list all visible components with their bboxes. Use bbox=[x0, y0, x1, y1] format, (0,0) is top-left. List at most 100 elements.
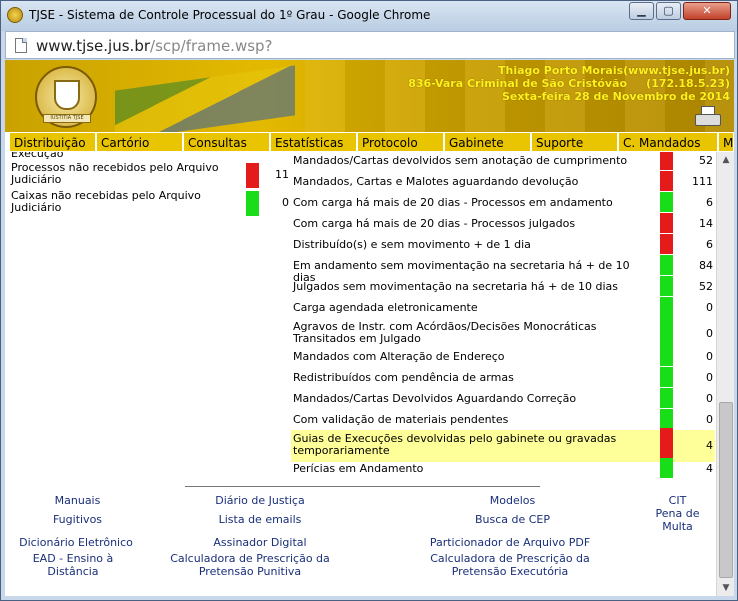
menu-consultas[interactable]: Consultas bbox=[183, 132, 270, 152]
indicator-count: 11 bbox=[275, 168, 289, 181]
indicator-row[interactable]: Com carga há mais de 20 dias - Processos… bbox=[291, 192, 715, 212]
indicator-row[interactable]: Com validação de materiais pendentes 0 bbox=[291, 409, 715, 429]
status-indicator-red bbox=[246, 163, 259, 188]
status-indicator-red bbox=[660, 213, 673, 233]
status-indicator-red bbox=[660, 234, 673, 254]
link-calc-prescricao-punitiva[interactable]: Calculadora de Prescrição da Pretensão P… bbox=[150, 552, 350, 578]
menu-suporte[interactable]: Suporte bbox=[531, 132, 618, 152]
status-indicator-red bbox=[660, 152, 673, 170]
indicator-count: 14 bbox=[699, 217, 713, 230]
link-dicionario-eletronico[interactable]: Dicionário Eletrônico bbox=[11, 536, 141, 549]
list-item: Caixas não recebidas pelo Arquivo Judici… bbox=[11, 190, 291, 216]
indicator-label[interactable]: Com carga há mais de 20 dias - Processos… bbox=[293, 197, 653, 209]
link-fugitivos[interactable]: Fugitivos bbox=[35, 513, 120, 526]
status-indicator-green bbox=[660, 192, 673, 212]
printer-icon[interactable] bbox=[695, 106, 721, 130]
indicator-count: 0 bbox=[706, 350, 713, 363]
link-ead[interactable]: EAD - Ensino à Distância bbox=[23, 552, 123, 578]
indicator-row[interactable]: Guias de Execuções devolvidas pelo gabin… bbox=[291, 428, 715, 462]
indicator-count: 6 bbox=[706, 238, 713, 251]
link-lista-de-emails[interactable]: Lista de emails bbox=[195, 513, 325, 526]
url-path: /scp/frame.wsp? bbox=[150, 37, 273, 55]
indicator-count: 4 bbox=[706, 462, 713, 475]
page-icon bbox=[15, 38, 27, 53]
status-indicator-green bbox=[660, 458, 673, 478]
status-indicator-red bbox=[660, 428, 673, 462]
indicator-row[interactable]: Redistribuídos com pendência de armas 0 bbox=[291, 367, 715, 387]
footer-divider bbox=[185, 486, 540, 487]
indicator-count: 6 bbox=[706, 196, 713, 209]
indicator-row[interactable]: Mandados/Cartas devolvidos sem anotação … bbox=[291, 152, 715, 170]
indicator-label[interactable]: Carga agendada eletronicamente bbox=[293, 302, 653, 314]
indicator-label[interactable]: Mandados com Alteração de Endereço bbox=[293, 351, 653, 363]
minimize-button[interactable]: ▁ bbox=[629, 2, 654, 20]
date-line: Sexta-feira 28 de Novembro de 2014 bbox=[501, 90, 730, 103]
link-modelos[interactable]: Modelos bbox=[475, 494, 550, 507]
menu-estatisticas[interactable]: Estatísticas bbox=[270, 132, 357, 152]
main-menu: Distribuição Cartório Consultas Estatíst… bbox=[5, 132, 734, 152]
link-cit[interactable]: CIT bbox=[650, 494, 705, 507]
indicator-label[interactable]: Processos não recebidos pelo Arquivo Jud… bbox=[11, 162, 241, 186]
indicator-label[interactable]: Perícias em Andamento bbox=[293, 463, 653, 475]
indicator-label[interactable]: Redistribuídos com pendência de armas bbox=[293, 372, 653, 384]
menu-protocolo[interactable]: Protocolo bbox=[357, 132, 444, 152]
indicator-label[interactable]: Distribuído(s) e sem movimento + de 1 di… bbox=[293, 239, 653, 251]
indicator-row[interactable]: Mandados com Alteração de Endereço 0 bbox=[291, 346, 715, 366]
menu-distribuicao[interactable]: Distribuição bbox=[9, 132, 96, 152]
indicator-row[interactable]: Agravos de Instr. com Acórdãos/Decisões … bbox=[291, 316, 715, 350]
indicator-label[interactable]: Com validação de materiais pendentes bbox=[293, 414, 653, 426]
user-line: Thiago Porto Morais(www.tjse.jus.br) bbox=[497, 64, 730, 77]
tjse-favicon-icon bbox=[7, 7, 23, 23]
indicator-row[interactable]: Distribuído(s) e sem movimento + de 1 di… bbox=[291, 234, 715, 254]
indicator-count: 0 bbox=[282, 196, 289, 209]
court-line: 836-Vara Criminal de São Cristóvão (172.… bbox=[408, 77, 730, 90]
scrollbar-thumb[interactable] bbox=[719, 402, 733, 578]
indicator-row[interactable]: Mandados, Cartas e Malotes aguardando de… bbox=[291, 171, 715, 191]
link-pena-de-multa[interactable]: Pena de Multa bbox=[650, 507, 705, 533]
scroll-up-icon[interactable]: ▲ bbox=[717, 152, 734, 168]
link-busca-de-cep[interactable]: Busca de CEP bbox=[460, 513, 565, 526]
indicator-count: 111 bbox=[692, 175, 713, 188]
indicator-label[interactable]: Guias de Execuções devolvidas pelo gabin… bbox=[293, 433, 653, 457]
indicator-row[interactable]: Carga agendada eletronicamente 0 bbox=[291, 297, 715, 317]
status-indicator-green bbox=[660, 367, 673, 387]
indicator-label[interactable]: Mandados/Cartas devolvidos sem anotação … bbox=[293, 155, 653, 167]
indicator-count: 4 bbox=[706, 439, 713, 452]
status-indicator-green bbox=[660, 297, 673, 317]
url-text[interactable]: www.tjse.jus.br/scp/frame.wsp? bbox=[36, 37, 273, 55]
indicator-row[interactable]: Em andamento sem movimentação na secreta… bbox=[291, 255, 715, 284]
indicator-row[interactable]: Com carga há mais de 20 dias - Processos… bbox=[291, 213, 715, 233]
vertical-scrollbar[interactable]: ▲ ▼ bbox=[716, 152, 734, 596]
list-item: Processos não recebidos pelo Arquivo Jud… bbox=[11, 162, 291, 188]
indicator-label[interactable]: Caixas não recebidas pelo Arquivo Judici… bbox=[11, 190, 241, 214]
indicator-label[interactable]: Mandados, Cartas e Malotes aguardando de… bbox=[293, 176, 653, 188]
indicator-row[interactable]: Mandados/Cartas Devolvidos Aguardando Co… bbox=[291, 388, 715, 408]
indicator-count: 84 bbox=[699, 259, 713, 272]
menu-more[interactable]: M bbox=[718, 132, 734, 152]
link-assinador-digital[interactable]: Assinador Digital bbox=[195, 536, 325, 549]
indicator-label[interactable]: Agravos de Instr. com Acórdãos/Decisões … bbox=[293, 321, 653, 345]
indicator-row[interactable]: Perícias em Andamento 4 bbox=[291, 458, 715, 478]
status-indicator-green bbox=[660, 316, 673, 350]
link-particionador-pdf[interactable]: Particionador de Arquivo PDF bbox=[405, 536, 615, 549]
link-diario-de-justica[interactable]: Diário de Justiça bbox=[195, 494, 325, 507]
indicator-label[interactable]: Execução bbox=[11, 152, 241, 160]
indicator-label[interactable]: Julgados sem movimentação na secretaria … bbox=[293, 281, 653, 293]
header-banner: IUSTITIA TJSE Thiago Porto Morais(www.tj… bbox=[5, 60, 734, 141]
maximize-button[interactable]: ▢ bbox=[656, 2, 681, 20]
menu-gabinete[interactable]: Gabinete bbox=[444, 132, 531, 152]
indicator-count: 0 bbox=[706, 371, 713, 384]
scroll-down-icon[interactable]: ▼ bbox=[717, 580, 734, 596]
menu-c-mandados[interactable]: C. Mandados bbox=[618, 132, 718, 152]
indicator-label[interactable]: Com carga há mais de 20 dias - Processos… bbox=[293, 218, 653, 230]
close-button[interactable]: ✕ bbox=[683, 2, 731, 20]
status-indicator-green bbox=[660, 388, 673, 408]
address-bar[interactable]: www.tjse.jus.br/scp/frame.wsp? bbox=[5, 31, 735, 59]
menu-cartorio[interactable]: Cartório bbox=[96, 132, 183, 152]
seal-ribbon: IUSTITIA TJSE bbox=[43, 114, 91, 123]
indicator-count: 0 bbox=[706, 301, 713, 314]
indicator-label[interactable]: Mandados/Cartas Devolvidos Aguardando Co… bbox=[293, 393, 653, 405]
link-manuais[interactable]: Manuais bbox=[35, 494, 120, 507]
indicator-row[interactable]: Julgados sem movimentação na secretaria … bbox=[291, 276, 715, 296]
link-calc-prescricao-executoria[interactable]: Calculadora de Prescrição da Pretensão E… bbox=[405, 552, 615, 578]
